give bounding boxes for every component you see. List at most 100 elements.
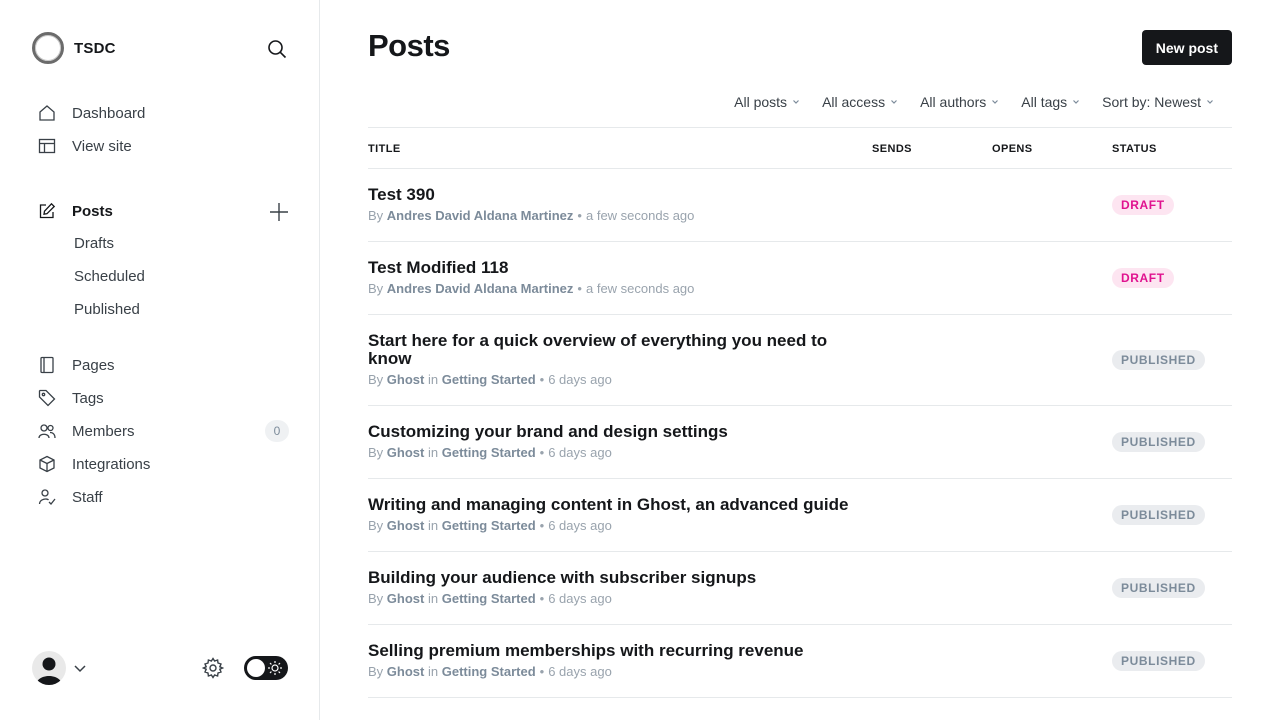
add-post-button[interactable]	[266, 199, 292, 225]
column-title: TITLE	[368, 143, 401, 155]
meta-dot: •	[577, 281, 582, 296]
filter-access[interactable]: All access	[822, 94, 898, 110]
chevron-down-icon	[1073, 100, 1080, 104]
post-meta: By Ghost in Getting Started • 6 days ago	[368, 518, 612, 533]
search-icon	[268, 40, 287, 59]
meta-dot: •	[539, 591, 545, 606]
nav-view-site[interactable]: View site	[36, 133, 132, 159]
table-header: TITLE SENDS OPENS STATUS	[368, 128, 1232, 169]
post-time: 6 days ago	[548, 591, 612, 606]
brand[interactable]: TSDC	[32, 32, 116, 64]
table-row[interactable]: Start here for a quick overview of every…	[368, 315, 1232, 406]
chevron-down-icon[interactable]	[72, 660, 88, 676]
settings-button[interactable]	[200, 655, 226, 681]
post-tag: Getting Started	[441, 664, 536, 679]
filter-tags-label: All tags	[1021, 94, 1068, 110]
post-author: Ghost	[386, 445, 425, 460]
post-time: 6 days ago	[548, 518, 612, 533]
post-title: Selling premium memberships with recurri…	[368, 641, 804, 660]
post-meta: By Andres David Aldana Martinez • a few se…	[368, 281, 694, 296]
nav-tags[interactable]: Tags	[36, 385, 104, 411]
post-tag: Getting Started	[441, 518, 536, 533]
meta-by: By	[368, 664, 384, 679]
nav-published[interactable]: Published	[74, 299, 140, 321]
chevron-down-icon	[891, 100, 898, 104]
post-time: 6 days ago	[548, 445, 612, 460]
status-badge: PUBLISHED	[1112, 432, 1205, 452]
post-time: 6 days ago	[548, 664, 612, 679]
meta-in: in	[427, 518, 439, 533]
nav-pages-label: Pages	[72, 356, 115, 374]
filter-authors[interactable]: All authors	[920, 94, 999, 110]
filter-bar: All posts All access All authors All tag…	[734, 94, 1214, 110]
avatar[interactable]	[32, 651, 66, 685]
column-sends: SENDS	[872, 143, 912, 155]
meta-in: in	[427, 664, 439, 679]
post-time: 6 days ago	[548, 372, 612, 387]
plus-icon	[270, 203, 288, 221]
nav-posts[interactable]: Posts	[36, 198, 113, 224]
search-button[interactable]	[264, 36, 290, 62]
post-meta: By Ghost in Getting Started • 6 days ago	[368, 591, 612, 606]
nav-members[interactable]: Members	[36, 418, 135, 444]
meta-by: By	[368, 372, 384, 387]
members-count-badge: 0	[265, 420, 289, 442]
filter-sort-label: Sort by: Newest	[1102, 94, 1201, 110]
nav-staff-label: Staff	[72, 488, 103, 506]
post-meta: By Ghost in Getting Started • 6 days ago	[368, 372, 612, 387]
column-opens: OPENS	[992, 143, 1033, 155]
new-post-button[interactable]: New post	[1141, 30, 1232, 65]
meta-in: in	[427, 445, 439, 460]
filter-authors-label: All authors	[920, 94, 987, 110]
post-meta: By Ghost in Getting Started • 6 days ago	[368, 664, 612, 679]
nav-dashboard[interactable]: Dashboard	[36, 100, 145, 126]
post-author: Ghost	[386, 591, 425, 606]
meta-by: By	[368, 518, 384, 533]
nav-scheduled[interactable]: Scheduled	[74, 266, 145, 288]
meta-in: in	[427, 591, 439, 606]
post-meta: By Ghost in Getting Started • 6 days ago	[368, 445, 612, 460]
meta-by: By	[368, 281, 384, 296]
brand-logo	[32, 32, 64, 64]
post-tag: Getting Started	[441, 372, 536, 387]
theme-toggle[interactable]	[244, 656, 288, 680]
filter-posts[interactable]: All posts	[734, 94, 800, 110]
nav-drafts[interactable]: Drafts	[74, 233, 114, 255]
meta-dot: •	[539, 372, 545, 387]
nav-dashboard-label: Dashboard	[72, 104, 146, 122]
chevron-down-icon	[793, 100, 799, 104]
filter-sort[interactable]: Sort by: Newest	[1102, 94, 1214, 110]
filter-tags[interactable]: All tags	[1021, 94, 1080, 110]
post-author: Ghost	[386, 518, 425, 533]
home-icon	[36, 102, 58, 124]
tag-icon	[36, 387, 58, 409]
nav-posts-label: Posts	[72, 202, 113, 220]
post-title: Customizing your brand and design settin…	[368, 422, 728, 441]
table-row[interactable]: Customizing your brand and design settin…	[368, 406, 1232, 479]
nav-pages[interactable]: Pages	[36, 352, 115, 378]
post-title: Building your audience with subscriber s…	[368, 568, 757, 587]
chevron-down-icon	[992, 100, 999, 104]
table-row[interactable]: Test Modified 118 By Andres David Aldana…	[368, 242, 1232, 315]
status-badge: PUBLISHED	[1112, 350, 1205, 370]
nav-tags-label: Tags	[72, 389, 104, 407]
table-row[interactable]: Writing and managing content in Ghost, a…	[368, 479, 1232, 552]
status-badge: DRAFT	[1112, 195, 1174, 215]
gear-icon	[202, 657, 224, 679]
post-tag: Getting Started	[441, 445, 536, 460]
pencil-icon	[36, 200, 58, 222]
post-title: Test 390	[368, 185, 435, 204]
cube-icon	[36, 453, 58, 475]
meta-by: By	[368, 591, 384, 606]
post-time: a few seconds ago	[585, 281, 695, 296]
nav-view-site-label: View site	[72, 137, 132, 155]
post-title: Start here for a quick overview of every…	[368, 331, 828, 368]
post-author: Andres David Aldana Martinez	[386, 281, 574, 296]
table-row[interactable]: Building your audience with subscriber s…	[368, 552, 1232, 625]
post-time: a few seconds ago	[585, 208, 695, 223]
table-row[interactable]: Selling premium memberships with recurri…	[368, 625, 1232, 698]
nav-integrations[interactable]: Integrations	[36, 451, 150, 477]
toggle-knob	[247, 659, 265, 677]
nav-staff[interactable]: Staff	[36, 484, 103, 510]
table-row[interactable]: Test 390 By Andres David Aldana Martinez…	[368, 169, 1232, 242]
